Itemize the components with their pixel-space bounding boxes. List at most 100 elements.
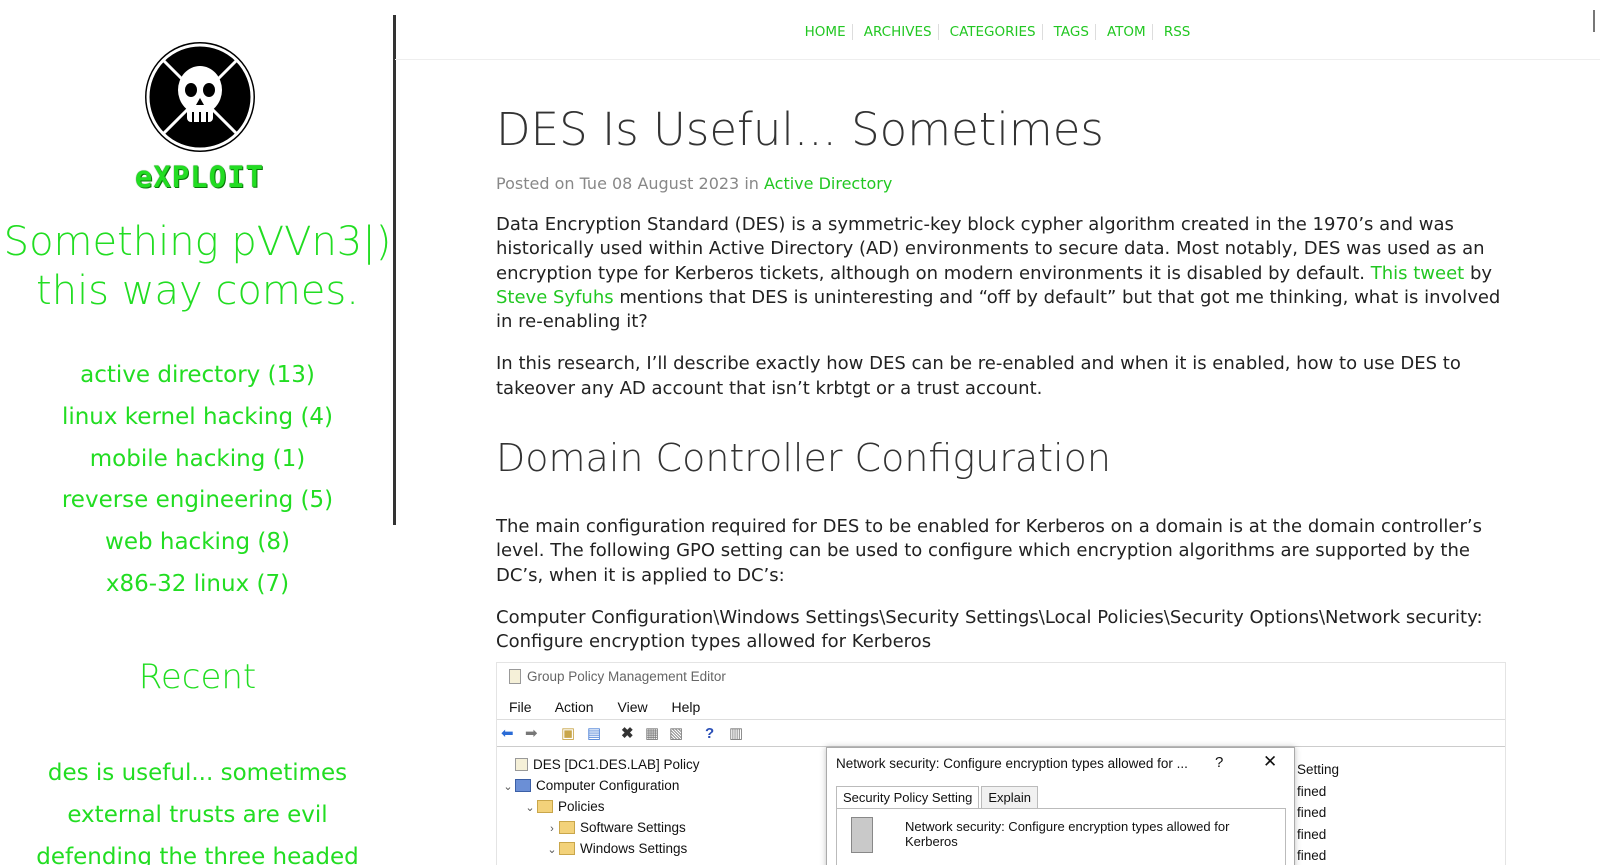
- category-list: active directory (13) linux kernel hacki…: [0, 355, 395, 606]
- category-link-linux-kernel-hacking[interactable]: linux kernel hacking (4): [0, 397, 395, 439]
- nav-atom[interactable]: ATOM: [1101, 24, 1152, 40]
- post-meta: Posted on Tue 08 August 2023 in Active D…: [496, 174, 1506, 193]
- tree-item-policies: ⌄ Policies: [501, 797, 700, 818]
- paragraph-intro: Data Encryption Standard (DES) is a symm…: [496, 213, 1506, 334]
- category-link-x86-32-linux[interactable]: x86-32 linux (7): [0, 564, 395, 606]
- tree-item-windows-settings: ⌄ Windows Settings: [501, 839, 700, 860]
- tree-item-label: Software Settings: [580, 820, 686, 835]
- recent-heading: Recent: [138, 657, 257, 697]
- nav-home[interactable]: HOME: [799, 24, 852, 40]
- policy-doc-icon: [515, 758, 528, 771]
- category-link-active-directory[interactable]: active directory (13): [0, 355, 395, 397]
- properties-icon: ▦: [645, 725, 660, 742]
- scrollbar-thumb[interactable]: [1593, 10, 1595, 32]
- chevron-down-icon: ⌄: [525, 802, 535, 814]
- chevron-right-icon: ›: [550, 823, 554, 835]
- tab-explain: Explain: [981, 786, 1038, 809]
- post-title: DES Is Useful... Sometimes: [496, 103, 1104, 156]
- nav-separator: [1151, 23, 1153, 40]
- tree-item-label: Policies: [558, 799, 605, 814]
- tree-item-computer-configuration: ⌄ Computer Configuration: [501, 776, 700, 797]
- dialog-tabs: Security Policy Setting Explain: [836, 786, 1040, 809]
- nav-separator: [1094, 23, 1096, 40]
- nav-separator: [1041, 23, 1043, 40]
- tagline-line: this way comes.: [36, 268, 359, 314]
- back-arrow-icon: ⬅: [501, 725, 514, 742]
- settings-row: fined: [1297, 783, 1327, 799]
- settings-row: fined: [1297, 826, 1327, 842]
- delete-icon: ✖: [621, 725, 634, 742]
- up-folder-icon: ▣: [561, 725, 576, 742]
- nav-tags[interactable]: TAGS: [1048, 24, 1095, 40]
- recent-post-link[interactable]: des is useful... sometimes: [0, 752, 395, 794]
- settings-row: fined: [1297, 848, 1327, 863]
- nav-rss[interactable]: RSS: [1158, 24, 1197, 40]
- export-icon: ▧: [669, 725, 684, 742]
- paragraph-config: The main configuration required for DES …: [496, 516, 1482, 586]
- tree-item-policy: DES [DC1.DES.LAB] Policy: [501, 755, 700, 776]
- dialog-title: Network security: Configure encryption t…: [836, 756, 1188, 771]
- server-icon: [851, 817, 873, 853]
- show-tree-icon: ▤: [587, 725, 602, 742]
- logo-wordmark: eXPLOIT: [134, 160, 265, 194]
- site-logo[interactable]: eXPLOIT: [113, 42, 286, 197]
- post-date: Posted on Tue 08 August 2023 in: [496, 174, 759, 193]
- post-category-link[interactable]: Active Directory: [764, 174, 892, 193]
- chevron-down-icon: ⌄: [503, 781, 513, 793]
- recent-post-link[interactable]: external trusts are evil: [0, 794, 395, 836]
- nav-categories[interactable]: CATEGORIES: [944, 24, 1042, 40]
- site-tagline[interactable]: Something pVVn3|) this way comes.: [0, 218, 395, 316]
- help-icon: ?: [705, 725, 715, 742]
- settings-column: Setting fined fined fined fined: [1297, 759, 1339, 865]
- paragraph-text: mentions that DES is uninteresting and “…: [496, 286, 1501, 333]
- tab-security-policy-setting: Security Policy Setting: [836, 786, 980, 809]
- article: DES Is Useful... Sometimes Posted on Tue…: [496, 100, 1506, 655]
- folder-icon: [559, 821, 575, 834]
- forward-arrow-icon: ➡: [525, 725, 538, 742]
- category-link-reverse-engineering[interactable]: reverse engineering (5): [0, 480, 395, 522]
- nav-separator: [937, 23, 939, 40]
- sidebar: eXPLOIT Something pVVn3|) this way comes…: [0, 0, 395, 865]
- section-heading: Domain Controller Configuration: [496, 436, 1111, 481]
- tree-item-label: Computer Configuration: [536, 778, 680, 793]
- settings-row: fined: [1297, 805, 1327, 820]
- recent-post-link[interactable]: defending the three headed: [0, 836, 395, 865]
- dialog-body: Network security: Configure encryption t…: [836, 808, 1286, 865]
- menu-file: File: [509, 699, 532, 715]
- menu-view: View: [617, 699, 648, 715]
- paragraph-text: Data Encryption Standard (DES) is a symm…: [496, 214, 1485, 284]
- recent-posts-list: des is useful... sometimes external trus…: [0, 752, 395, 865]
- folder-icon: [559, 842, 575, 855]
- close-icon: ✕: [1263, 752, 1278, 771]
- gpo-toolbar: ⬅ ➡ ▣ ▤ ✖ ▦ ▧ ? ▥: [497, 719, 1505, 747]
- paragraph-text: by: [1469, 262, 1493, 284]
- menu-help: Help: [671, 699, 701, 715]
- computer-icon: [515, 779, 531, 792]
- gpo-window-title-text: Group Policy Management Editor: [527, 669, 726, 684]
- policy-doc-icon: [509, 669, 521, 684]
- category-link-mobile-hacking[interactable]: mobile hacking (1): [0, 439, 395, 481]
- author-link[interactable]: Steve Syfuhs: [496, 287, 614, 308]
- sidebar-divider: [393, 15, 396, 525]
- tagline-line: Something pVVn3|): [3, 219, 392, 265]
- tree-item-label: DES [DC1.DES.LAB] Policy: [533, 757, 700, 772]
- gpo-menu-bar: File Action View Help: [509, 699, 720, 715]
- view-icon: ▥: [729, 725, 744, 742]
- gpo-editor-screenshot: Group Policy Management Editor File Acti…: [496, 662, 1506, 865]
- paragraph-research: In this research, I’ll describe exactly …: [496, 353, 1461, 399]
- tree-item-software-settings: › Software Settings: [501, 818, 700, 839]
- help-icon: ?: [1215, 754, 1224, 771]
- top-nav: HOME ARCHIVES CATEGORIES TAGS ATOM RSS: [395, 0, 1600, 60]
- settings-column-header: Setting: [1297, 762, 1340, 777]
- category-link-web-hacking[interactable]: web hacking (8): [0, 522, 395, 564]
- chevron-down-icon: ⌄: [547, 844, 557, 856]
- folder-icon: [537, 800, 553, 813]
- dialog-policy-name: Network security: Configure encryption t…: [905, 819, 1230, 849]
- menu-action: Action: [554, 699, 594, 715]
- paragraph-gpo-path: Computer Configuration\Windows Settings\…: [496, 606, 1483, 653]
- policy-tree: DES [DC1.DES.LAB] Policy ⌄ Computer Confi…: [501, 755, 700, 860]
- tree-item-label: Windows Settings: [580, 841, 688, 856]
- nav-archives[interactable]: ARCHIVES: [858, 24, 938, 40]
- tweet-link[interactable]: This tweet: [1371, 263, 1465, 284]
- policy-dialog: Network security: Configure encryption t…: [826, 747, 1295, 865]
